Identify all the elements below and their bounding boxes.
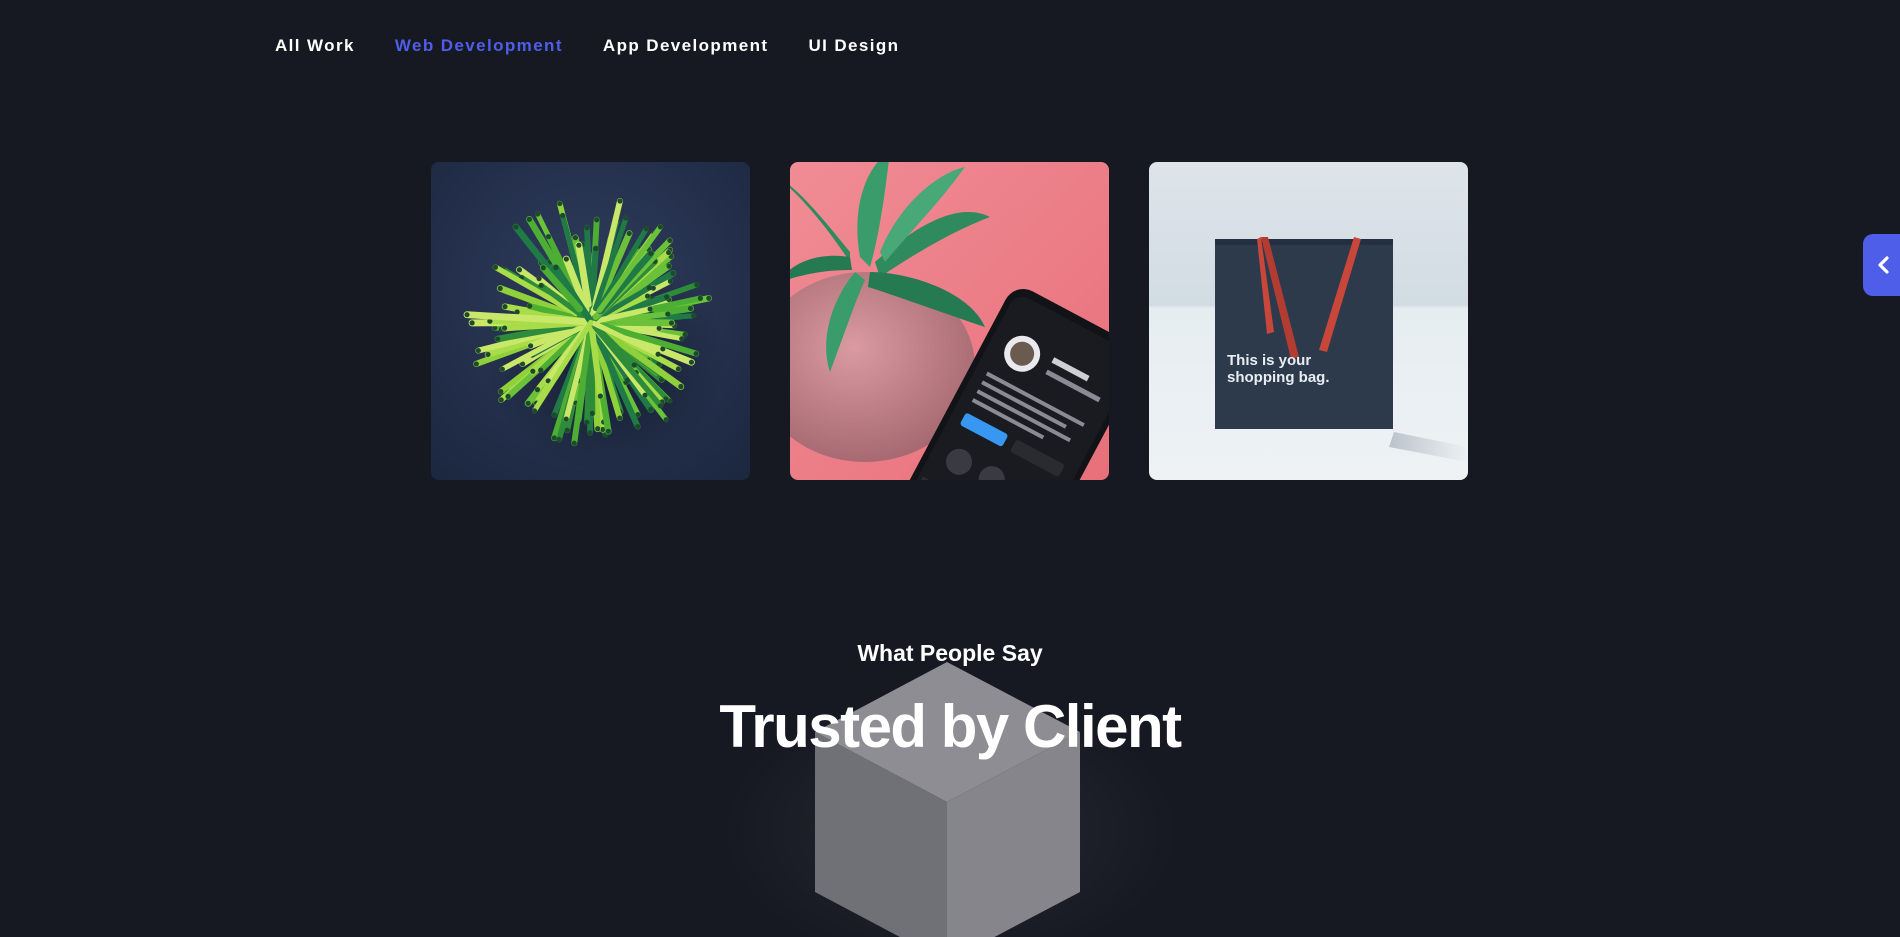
filter-app-development[interactable]: App Development [603,36,769,56]
portfolio-card-1[interactable] [431,162,750,480]
green-straws-image [431,162,750,480]
filter-all-work[interactable]: All Work [275,36,355,56]
filter-ui-design[interactable]: UI Design [808,36,899,56]
bag-text-line-2: shopping bag. [1227,369,1330,386]
chevron-left-icon [1878,256,1889,274]
page: All Work Web Development App Development… [0,0,1900,937]
section-eyebrow: What People Say [857,640,1043,666]
portfolio-card-2[interactable] [790,162,1109,480]
bag-text-line-1: This is your [1227,352,1311,369]
plant-and-phone-image [790,162,1109,480]
portfolio-filter-nav: All Work Web Development App Development… [275,36,899,56]
portfolio-card-3[interactable]: This is your shopping bag. [1149,162,1468,480]
shopping-bag-image: This is your shopping bag. [1149,162,1468,480]
filter-web-development[interactable]: Web Development [395,36,563,56]
testimonials-section: What People Say Trusted by Client [0,640,1900,937]
section-title: Trusted by Client [719,693,1182,760]
portfolio-gallery: This is your shopping bag. [431,162,1468,480]
side-panel-toggle-button[interactable] [1863,234,1900,296]
